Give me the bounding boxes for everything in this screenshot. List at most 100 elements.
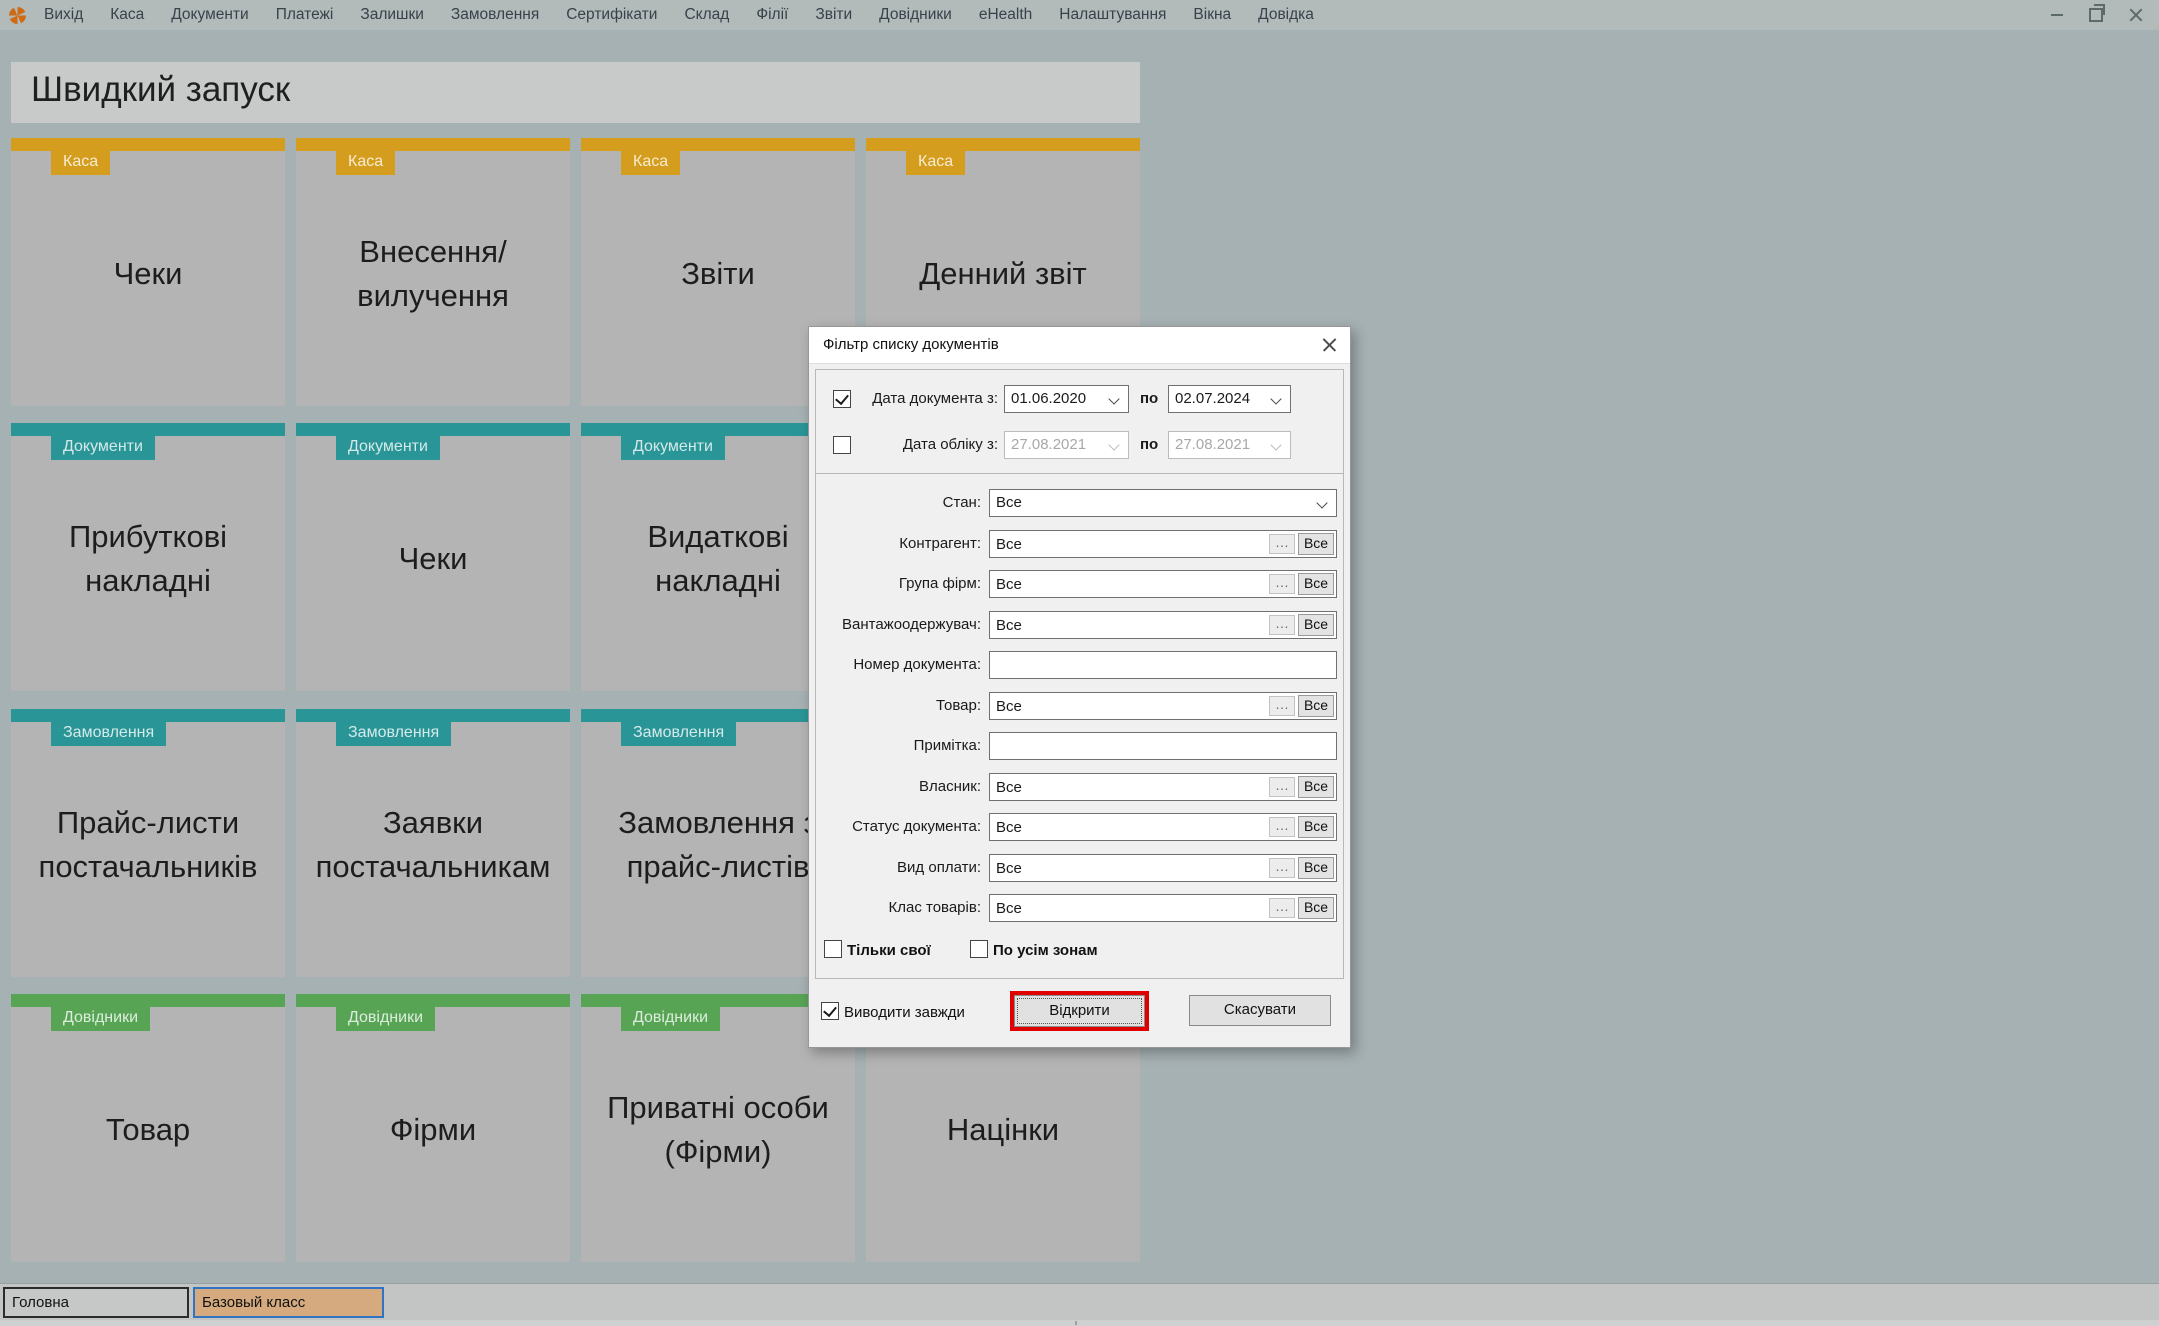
field-lookup-10-more-button[interactable]: …	[1269, 858, 1295, 878]
field-label-10: Вид оплати:	[817, 859, 981, 876]
open-button[interactable]: Відкрити	[1014, 995, 1145, 1027]
field-label-4: Вантажоодержувач:	[817, 616, 981, 633]
option-checkbox-2[interactable]	[970, 940, 988, 958]
field-lookup-6[interactable]: Все…Все	[989, 692, 1337, 720]
tile-dovidnyky-r4-c1[interactable]: ДовідникиТовар	[11, 994, 285, 1262]
date-row-2-from-combo[interactable]: 27.08.2021	[1004, 431, 1129, 459]
chevron-down-icon	[1270, 439, 1281, 450]
menu-item-11[interactable]: Довідники	[879, 6, 952, 24]
menu-item-8[interactable]: Склад	[684, 6, 729, 24]
date-row-2-label: Дата обліку з:	[855, 436, 998, 453]
field-lookup-2-all-button[interactable]: Все	[1298, 533, 1334, 555]
menu-item-15[interactable]: Довідка	[1258, 6, 1314, 24]
option-checkbox-1[interactable]	[824, 940, 842, 958]
tile-label: Фірми	[390, 1108, 476, 1152]
date-row-2-from-combo-value: 27.08.2021	[1011, 436, 1086, 453]
tile-group-bar	[11, 709, 285, 722]
tile-label: Денний звіт	[919, 252, 1087, 296]
tile-group-bar	[11, 138, 285, 151]
tile-kasa-r1-c1[interactable]: КасаЧеки	[11, 138, 285, 406]
field-lookup-9-value: Все	[996, 819, 1269, 836]
field-lookup-4-more-button[interactable]: …	[1269, 615, 1295, 635]
menu-items: Вихід Каса Документи Платежі Залишки Замовлен…	[44, 6, 1341, 24]
field-lookup-9-more-button[interactable]: …	[1269, 817, 1295, 837]
date-row-1-to-combo-value: 02.07.2024	[1175, 390, 1250, 407]
field-input-5[interactable]	[989, 651, 1337, 679]
menu-item-1[interactable]: Вихід	[44, 6, 83, 24]
field-lookup-8-all-button[interactable]: Все	[1298, 776, 1334, 798]
menu-item-2[interactable]: Каса	[110, 6, 144, 24]
field-lookup-6-more-button[interactable]: …	[1269, 696, 1295, 716]
date-row-1-checkbox[interactable]	[833, 390, 851, 408]
dialog-close-button[interactable]	[1322, 337, 1337, 352]
tile-group-tag: Довідники	[621, 1007, 720, 1031]
restore-button[interactable]	[2089, 8, 2103, 22]
menu-item-4[interactable]: Платежі	[276, 6, 334, 24]
field-lookup-3-more-button[interactable]: …	[1269, 574, 1295, 594]
status-bar: Головна Базовый класс	[0, 1283, 2159, 1325]
statusbar-grip	[1075, 1321, 1077, 1325]
tile-kasa-r1-c2[interactable]: Каса Внесення/вилучення	[296, 138, 570, 406]
field-label-5: Номер документа:	[817, 656, 981, 673]
menu-item-13[interactable]: Налаштування	[1059, 6, 1166, 24]
tile-label: Звіти	[681, 252, 755, 296]
tile-dokumenty-r2-c1[interactable]: ДокументиПрибуткові накладні	[11, 423, 285, 691]
menu-item-9[interactable]: Філії	[756, 6, 788, 24]
brand-ring-icon	[9, 7, 26, 24]
field-lookup-9[interactable]: Все…Все	[989, 813, 1337, 841]
tile-dovidnyky-r4-c2[interactable]: ДовідникиФірми	[296, 994, 570, 1262]
date-row-2-checkbox[interactable]	[833, 436, 851, 454]
status-tab-holovna[interactable]: Головна	[3, 1287, 189, 1318]
tile-group-tag: Документи	[336, 436, 440, 460]
cancel-button[interactable]: Скасувати	[1189, 995, 1331, 1026]
tile-group-bar	[296, 709, 570, 722]
date-row-2-to-combo[interactable]: 27.08.2021	[1168, 431, 1291, 459]
option-label-2: По усім зонам	[993, 942, 1098, 959]
quick-launch-panel: Швидкий запуск	[11, 62, 1140, 123]
tile-zamovlennia-r3-c1[interactable]: ЗамовленняПрайс-листи постачальників	[11, 709, 285, 977]
tile-group-tag: Замовлення	[336, 722, 451, 746]
field-label-9: Статус документа:	[817, 818, 981, 835]
field-lookup-11[interactable]: Все…Все	[989, 894, 1337, 922]
minimize-button[interactable]	[2051, 14, 2063, 16]
close-window-button[interactable]	[2129, 8, 2143, 22]
tile-dokumenty-r2-c2[interactable]: ДокументиЧеки	[296, 423, 570, 691]
menu-item-5[interactable]: Залишки	[360, 6, 424, 24]
tile-group-bar	[296, 138, 570, 151]
field-lookup-8-value: Все	[996, 779, 1269, 796]
field-combo-1[interactable]: Все	[989, 489, 1337, 517]
field-lookup-6-all-button[interactable]: Все	[1298, 695, 1334, 717]
field-label-11: Клас товарів:	[817, 899, 981, 916]
field-lookup-9-all-button[interactable]: Все	[1298, 816, 1334, 838]
field-lookup-4[interactable]: Все…Все	[989, 611, 1337, 639]
always-show-checkbox[interactable]	[821, 1002, 839, 1020]
field-lookup-10-all-button[interactable]: Все	[1298, 857, 1334, 879]
menu-item-3[interactable]: Документи	[171, 6, 248, 24]
menu-item-12[interactable]: eHealth	[979, 6, 1032, 24]
menu-item-10[interactable]: Звіти	[815, 6, 852, 24]
field-lookup-11-all-button[interactable]: Все	[1298, 897, 1334, 919]
statusbar-strip	[0, 1320, 2159, 1326]
field-lookup-8[interactable]: Все…Все	[989, 773, 1337, 801]
status-tab-bazovyi-klass[interactable]: Базовый класс	[193, 1287, 384, 1318]
field-lookup-3-value: Все	[996, 576, 1269, 593]
date-row-1-from-combo[interactable]: 01.06.2020	[1004, 385, 1129, 413]
menu-item-14[interactable]: Вікна	[1193, 6, 1231, 24]
tile-group-tag: Каса	[336, 151, 395, 175]
field-lookup-8-more-button[interactable]: …	[1269, 777, 1295, 797]
field-lookup-2-more-button[interactable]: …	[1269, 534, 1295, 554]
field-input-7[interactable]	[989, 732, 1337, 760]
field-lookup-4-all-button[interactable]: Все	[1298, 614, 1334, 636]
field-lookup-2[interactable]: Все…Все	[989, 530, 1337, 558]
field-lookup-3[interactable]: Все…Все	[989, 570, 1337, 598]
menu-item-7[interactable]: Сертифікати	[566, 6, 657, 24]
tile-group-tag: Каса	[621, 151, 680, 175]
always-show-label: Виводити завжди	[844, 1004, 965, 1021]
field-lookup-3-all-button[interactable]: Все	[1298, 573, 1334, 595]
field-lookup-11-more-button[interactable]: …	[1269, 898, 1295, 918]
menu-item-6[interactable]: Замовлення	[451, 6, 539, 24]
tile-label: Внесення/вилучення	[305, 230, 561, 318]
field-lookup-10[interactable]: Все…Все	[989, 854, 1337, 882]
tile-zamovlennia-r3-c2[interactable]: ЗамовленняЗаявки постачальникам	[296, 709, 570, 977]
date-row-1-to-combo[interactable]: 02.07.2024	[1168, 385, 1291, 413]
